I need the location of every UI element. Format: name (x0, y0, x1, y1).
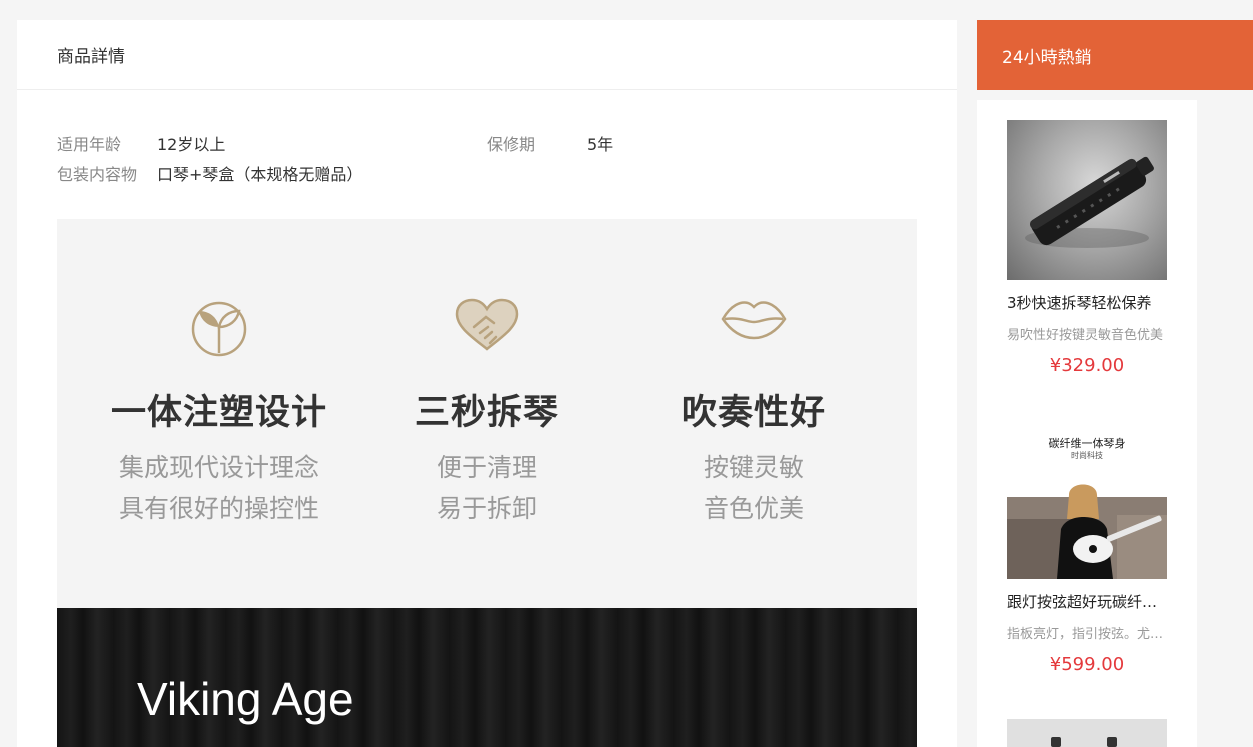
hot-item[interactable]: 碳纤维一体琴身 时尚科技 跟灯按弦超好玩碳纤维尤克里里 指板亮灯，指引按弦。尤克… (1007, 419, 1167, 675)
sprout-icon (189, 297, 249, 361)
feature-desc-line: 便于清理 (436, 453, 537, 482)
product-detail-panel: 商品詳情 适用年龄 12岁以上 保修期 5年 包装内容物 口琴+琴盒（本规格无赠… (17, 20, 957, 747)
spec-label-age: 适用年龄 (57, 135, 122, 154)
spec-value-age: 12岁以上 (157, 135, 226, 154)
hot-item-price: ¥599.00 (1049, 654, 1125, 675)
detail-title: 商品詳情 (57, 47, 125, 67)
feature-title: 三秒拆琴 (414, 393, 559, 433)
harmonica-photo[interactable] (1007, 120, 1167, 280)
harmonica-image (1025, 156, 1154, 248)
spec-list: 适用年龄 12岁以上 保修期 5年 包装内容物 口琴+琴盒（本规格无赠品） (17, 90, 957, 219)
feature-desc: 按键灵敏 音色优美 (614, 447, 894, 529)
hot-item[interactable]: 3秒快速拆琴轻松保养 易吹性好按键灵敏音色优美 ¥329.00 (1007, 120, 1167, 376)
feature-desc: 便于清理 易于拆卸 (347, 447, 627, 529)
heart-handshake-icon (454, 297, 520, 357)
hot-item[interactable] (1007, 719, 1167, 747)
ukulele-photo[interactable]: 碳纤维一体琴身 时尚科技 (1007, 419, 1167, 579)
detail-header: 商品詳情 (17, 20, 957, 90)
hot-selling-title: 24小時熱銷 (1002, 47, 1092, 68)
feature-desc: 集成现代设计理念 具有很好的操控性 (79, 447, 359, 529)
ukulele-image (1007, 484, 1167, 579)
feature-desc-line: 音色优美 (703, 494, 804, 523)
hot-item-desc: 易吹性好按键灵敏音色优美 (1007, 328, 1164, 343)
feature-desc-line: 易于拆卸 (436, 494, 537, 523)
feature-desc-line: 集成现代设计理念 (118, 453, 319, 482)
feature-desc-line: 按键灵敏 (703, 453, 804, 482)
hot-item-name[interactable]: 3秒快速拆琴轻松保养 (1007, 292, 1167, 313)
product-banner-image: Viking Age (57, 608, 917, 747)
feature-title: 一体注塑设计 (110, 393, 327, 433)
hot-item-photo[interactable] (1007, 719, 1167, 747)
spec-label-package: 包装内容物 (57, 165, 138, 184)
banner-title: Viking Age (137, 673, 354, 725)
feature-banner: 一体注塑设计 集成现代设计理念 具有很好的操控性 三秒拆琴 便于清理 易于拆卸 (57, 219, 917, 608)
hot-item-name[interactable]: 跟灯按弦超好玩碳纤维尤克里里 (1007, 591, 1167, 612)
hot-item-price: ¥329.00 (1049, 355, 1125, 376)
hot-item-desc: 指板亮灯，指引按弦。尤克里里 (1007, 627, 1167, 642)
hot-selling-list: 3秒快速拆琴轻松保养 易吹性好按键灵敏音色优美 ¥329.00 碳纤维一体琴身 … (977, 100, 1197, 747)
lips-icon (721, 297, 787, 345)
feature-title: 吹奏性好 (681, 393, 826, 433)
feature-desc-line: 具有很好的操控性 (118, 494, 319, 523)
partial-product-image (1051, 737, 1117, 747)
spec-value-warranty: 5年 (587, 135, 614, 154)
spec-value-package: 口琴+琴盒（本规格无赠品） (157, 165, 363, 184)
hot-selling-header: 24小時熱銷 (977, 20, 1253, 90)
spec-label-warranty: 保修期 (487, 135, 536, 154)
